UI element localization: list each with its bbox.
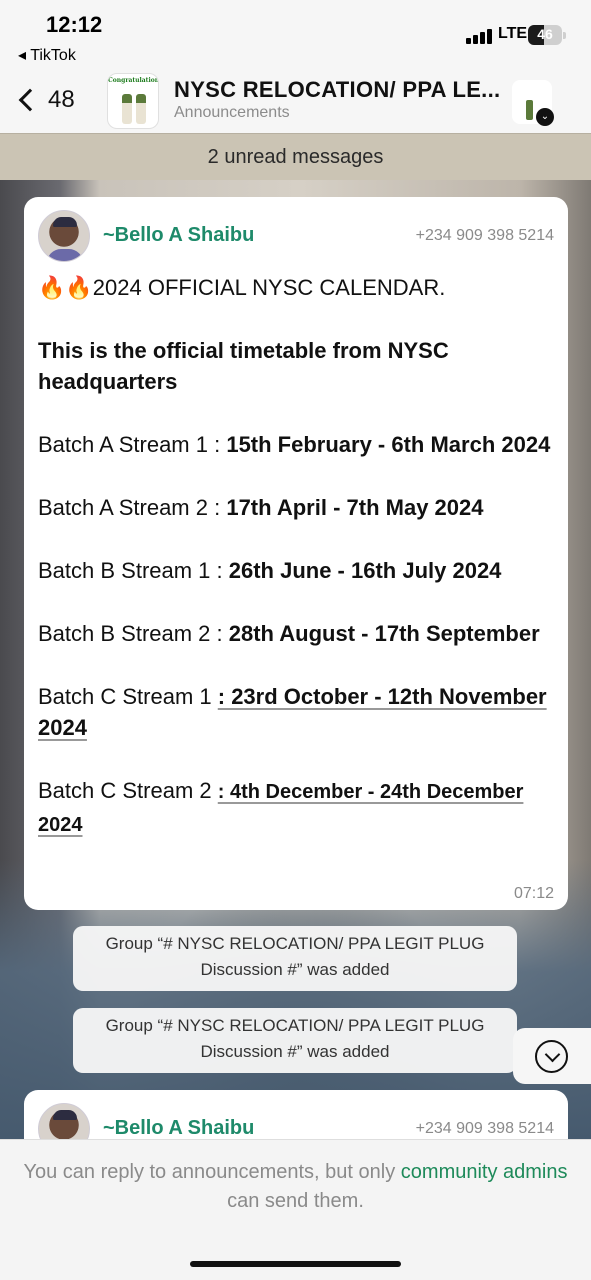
footer-text-end: can send them. [227,1190,364,1212]
message-body: 🔥🔥2024 OFFICIAL NYSC CALENDAR. This is t… [38,272,554,841]
sender-phone: +234 909 398 5214 [415,1120,554,1137]
schedule-value: 17th April - 7th May 2024 [226,495,484,520]
community-admins-link[interactable]: community admins [401,1161,568,1183]
message-headline: 2024 OFFICIAL NYSC CALENDAR. [92,275,446,300]
scroll-to-bottom-button[interactable] [513,1028,591,1084]
group-avatar-text: Congratulations [108,77,159,84]
unread-chats-count: 48 [48,86,75,113]
community-avatar[interactable]: ⌄ [512,80,554,126]
system-message: Group “# NYSC RELOCATION/ PPA LEGIT PLUG… [73,1008,517,1073]
fire-emoji: 🔥🔥 [38,275,93,300]
unread-banner: 2 unread messages [0,133,591,180]
group-avatar[interactable]: Congratulations [107,73,159,129]
footer-notice: You can reply to announcements, but only… [20,1158,571,1216]
chevron-down-icon [535,1040,568,1073]
schedule-value: 15th February - 6th March 2024 [226,432,551,457]
chat-header: 48 Congratulations NYSC RELOCATION/ PPA … [0,70,591,133]
schedule-label: Batch C Stream 1 [38,684,218,709]
message-intro: This is the official timetable from NYSC… [38,338,449,394]
signal-icon [466,26,494,44]
schedule-label: Batch C Stream 2 [38,778,218,803]
schedule-value: 26th June - 16th July 2024 [228,558,502,583]
chat-subtitle: Announcements [174,104,290,121]
chevron-left-icon [18,88,42,112]
chevron-down-icon: ⌄ [536,108,554,126]
schedule-label: Batch A Stream 1 : [38,432,227,457]
sender-avatar[interactable] [38,210,90,262]
battery-level: 46 [537,26,553,42]
message-time: 07:12 [513,885,554,902]
back-to-app-link[interactable]: ◂ TikTok [18,45,76,65]
status-bar: 12:12 ◂ TikTok LTE 46 [0,0,591,70]
schedule-value: 28th August - 17th September [228,621,540,646]
system-message: Group “# NYSC RELOCATION/ PPA LEGIT PLUG… [73,926,517,991]
network-type: LTE [498,25,528,42]
chat-title[interactable]: NYSC RELOCATION/ PPA LE... [174,77,504,103]
home-indicator[interactable] [190,1261,401,1267]
schedule-label: Batch B Stream 1 : [38,558,229,583]
sender-phone: +234 909 398 5214 [415,227,554,244]
back-button[interactable]: 48 [14,80,75,120]
message-bubble[interactable]: ~Bello A Shaibu +234 909 398 5214 🔥🔥2024… [24,197,568,910]
footer-text-start: You can reply to announcements, but only [23,1161,401,1183]
battery-icon: 46 [528,25,566,45]
sender-name[interactable]: ~Bello A Shaibu [103,1117,254,1140]
announcement-footer: You can reply to announcements, but only… [0,1139,591,1280]
schedule-label: Batch B Stream 2 : [38,621,229,646]
schedule-label: Batch A Stream 2 : [38,495,227,520]
sender-name[interactable]: ~Bello A Shaibu [103,224,254,247]
status-time: 12:12 [46,12,103,37]
